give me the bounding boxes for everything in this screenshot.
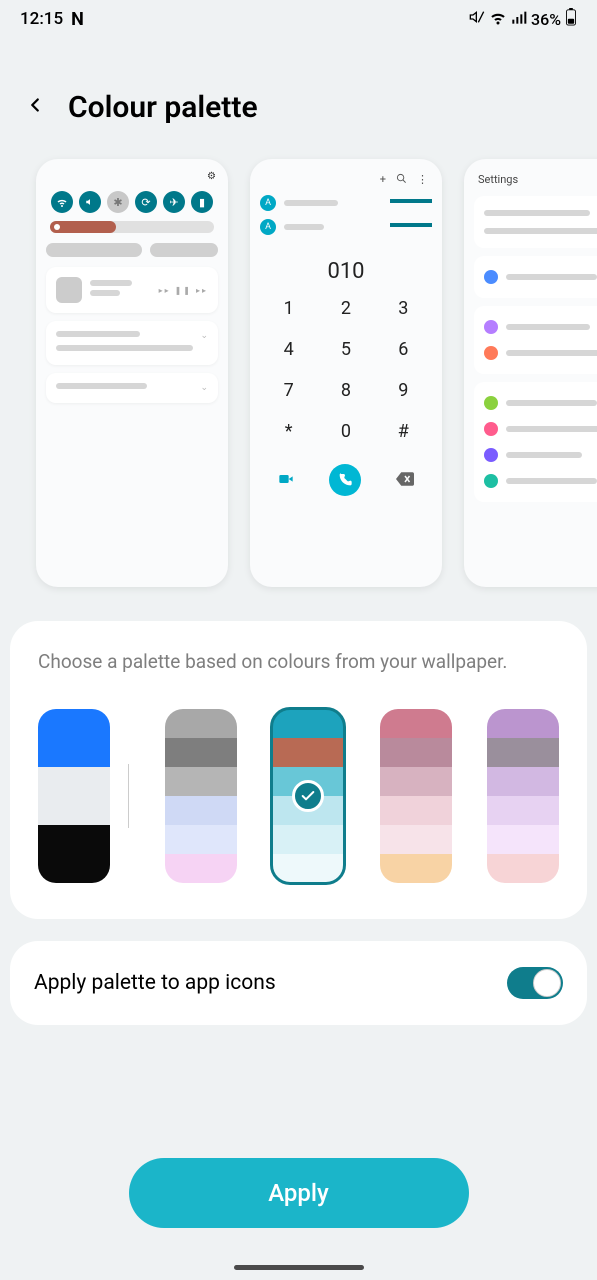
sound-toggle-icon xyxy=(79,191,101,213)
settings-item-icon xyxy=(484,422,498,436)
apply-button[interactable]: Apply xyxy=(129,1158,469,1228)
settings-item-icon xyxy=(484,320,498,334)
media-controls-icon: ▸▸ ❚❚ ▸▸ xyxy=(159,286,208,295)
dial-key: 7 xyxy=(260,380,317,401)
page-title: Colour palette xyxy=(68,90,258,125)
dial-key: 8 xyxy=(317,380,374,401)
palette-option[interactable] xyxy=(165,709,237,883)
brightness-slider xyxy=(50,221,214,233)
settings-item-icon xyxy=(484,396,498,410)
palette-divider xyxy=(128,764,129,828)
more-icon: ⋮ xyxy=(417,173,428,187)
contact-avatar: A xyxy=(260,219,276,235)
icon-palette-toggle[interactable] xyxy=(507,967,563,999)
dial-key: 1 xyxy=(260,298,317,319)
preview-quick-settings[interactable]: ⚙ ✱ ⟳ ✈ ▮ ▸▸ ❚❚ ▸▸ ⌄ xyxy=(36,159,228,587)
apply-button-label: Apply xyxy=(268,1179,329,1207)
contact-avatar: A xyxy=(260,195,276,211)
settings-item-icon xyxy=(484,270,498,284)
check-icon xyxy=(292,780,324,812)
dial-key: 2 xyxy=(317,298,374,319)
dial-display: 010 xyxy=(260,259,432,284)
dial-key: 3 xyxy=(375,298,432,319)
palette-row xyxy=(38,709,559,883)
search-icon xyxy=(396,173,407,187)
palette-option[interactable] xyxy=(487,709,559,883)
bluetooth-toggle-icon: ✱ xyxy=(107,191,129,213)
gear-icon: ⚙ xyxy=(207,171,216,182)
airplane-toggle-icon: ✈ xyxy=(163,191,185,213)
settings-item-icon xyxy=(484,448,498,462)
notification-card: ⌄ xyxy=(46,373,218,403)
dial-key: 0 xyxy=(317,421,374,442)
settings-item-icon xyxy=(484,346,498,360)
contact-row: A xyxy=(260,195,432,211)
settings-item-icon xyxy=(484,474,498,488)
palette-description: Choose a palette based on colours from y… xyxy=(38,649,559,675)
dial-key: 4 xyxy=(260,339,317,360)
flashlight-toggle-icon: ▮ xyxy=(191,191,213,213)
dial-key: 6 xyxy=(375,339,432,360)
palette-option[interactable] xyxy=(38,709,110,883)
notification-app-icon: N xyxy=(71,9,84,30)
preview-dialer[interactable]: + ⋮ A A 010 123 456 789 *0# xyxy=(250,159,442,587)
dial-key: 5 xyxy=(317,339,374,360)
preview-row: ⚙ ✱ ⟳ ✈ ▮ ▸▸ ❚❚ ▸▸ ⌄ xyxy=(0,145,597,597)
dial-key: * xyxy=(260,421,317,442)
rotate-toggle-icon: ⟳ xyxy=(135,191,157,213)
notification-card: ⌄ xyxy=(46,321,218,365)
dial-key: # xyxy=(375,421,432,442)
media-card: ▸▸ ❚❚ ▸▸ xyxy=(46,267,218,313)
preview-settings[interactable]: Settings xyxy=(464,159,597,587)
mute-icon xyxy=(469,9,485,29)
icon-palette-toggle-row: Apply palette to app icons xyxy=(10,941,587,1025)
palette-section: Choose a palette based on colours from y… xyxy=(10,621,587,919)
dial-pad: 123 456 789 *0# xyxy=(260,298,432,442)
back-button[interactable] xyxy=(24,93,46,123)
status-time: 12:15 xyxy=(20,9,63,29)
settings-title: Settings xyxy=(478,173,597,186)
wifi-toggle-icon xyxy=(51,191,73,213)
signal-icon xyxy=(511,9,527,29)
gesture-bar xyxy=(234,1265,364,1270)
page-header: Colour palette xyxy=(0,34,597,145)
contact-row: A xyxy=(260,219,432,235)
battery-icon xyxy=(565,8,577,30)
icon-palette-toggle-label: Apply palette to app icons xyxy=(34,971,276,995)
wifi-icon xyxy=(489,8,507,30)
video-call-icon xyxy=(278,471,294,490)
battery-text: 36% xyxy=(531,10,561,29)
call-button-icon xyxy=(329,464,361,496)
dial-key: 9 xyxy=(375,380,432,401)
palette-option[interactable] xyxy=(380,709,452,883)
plus-icon: + xyxy=(380,173,386,187)
backspace-icon xyxy=(396,472,414,489)
palette-option[interactable] xyxy=(272,709,344,883)
chevron-down-icon: ⌄ xyxy=(200,383,208,393)
status-bar: 12:15 N 36% xyxy=(0,0,597,34)
chevron-down-icon: ⌄ xyxy=(200,331,208,341)
